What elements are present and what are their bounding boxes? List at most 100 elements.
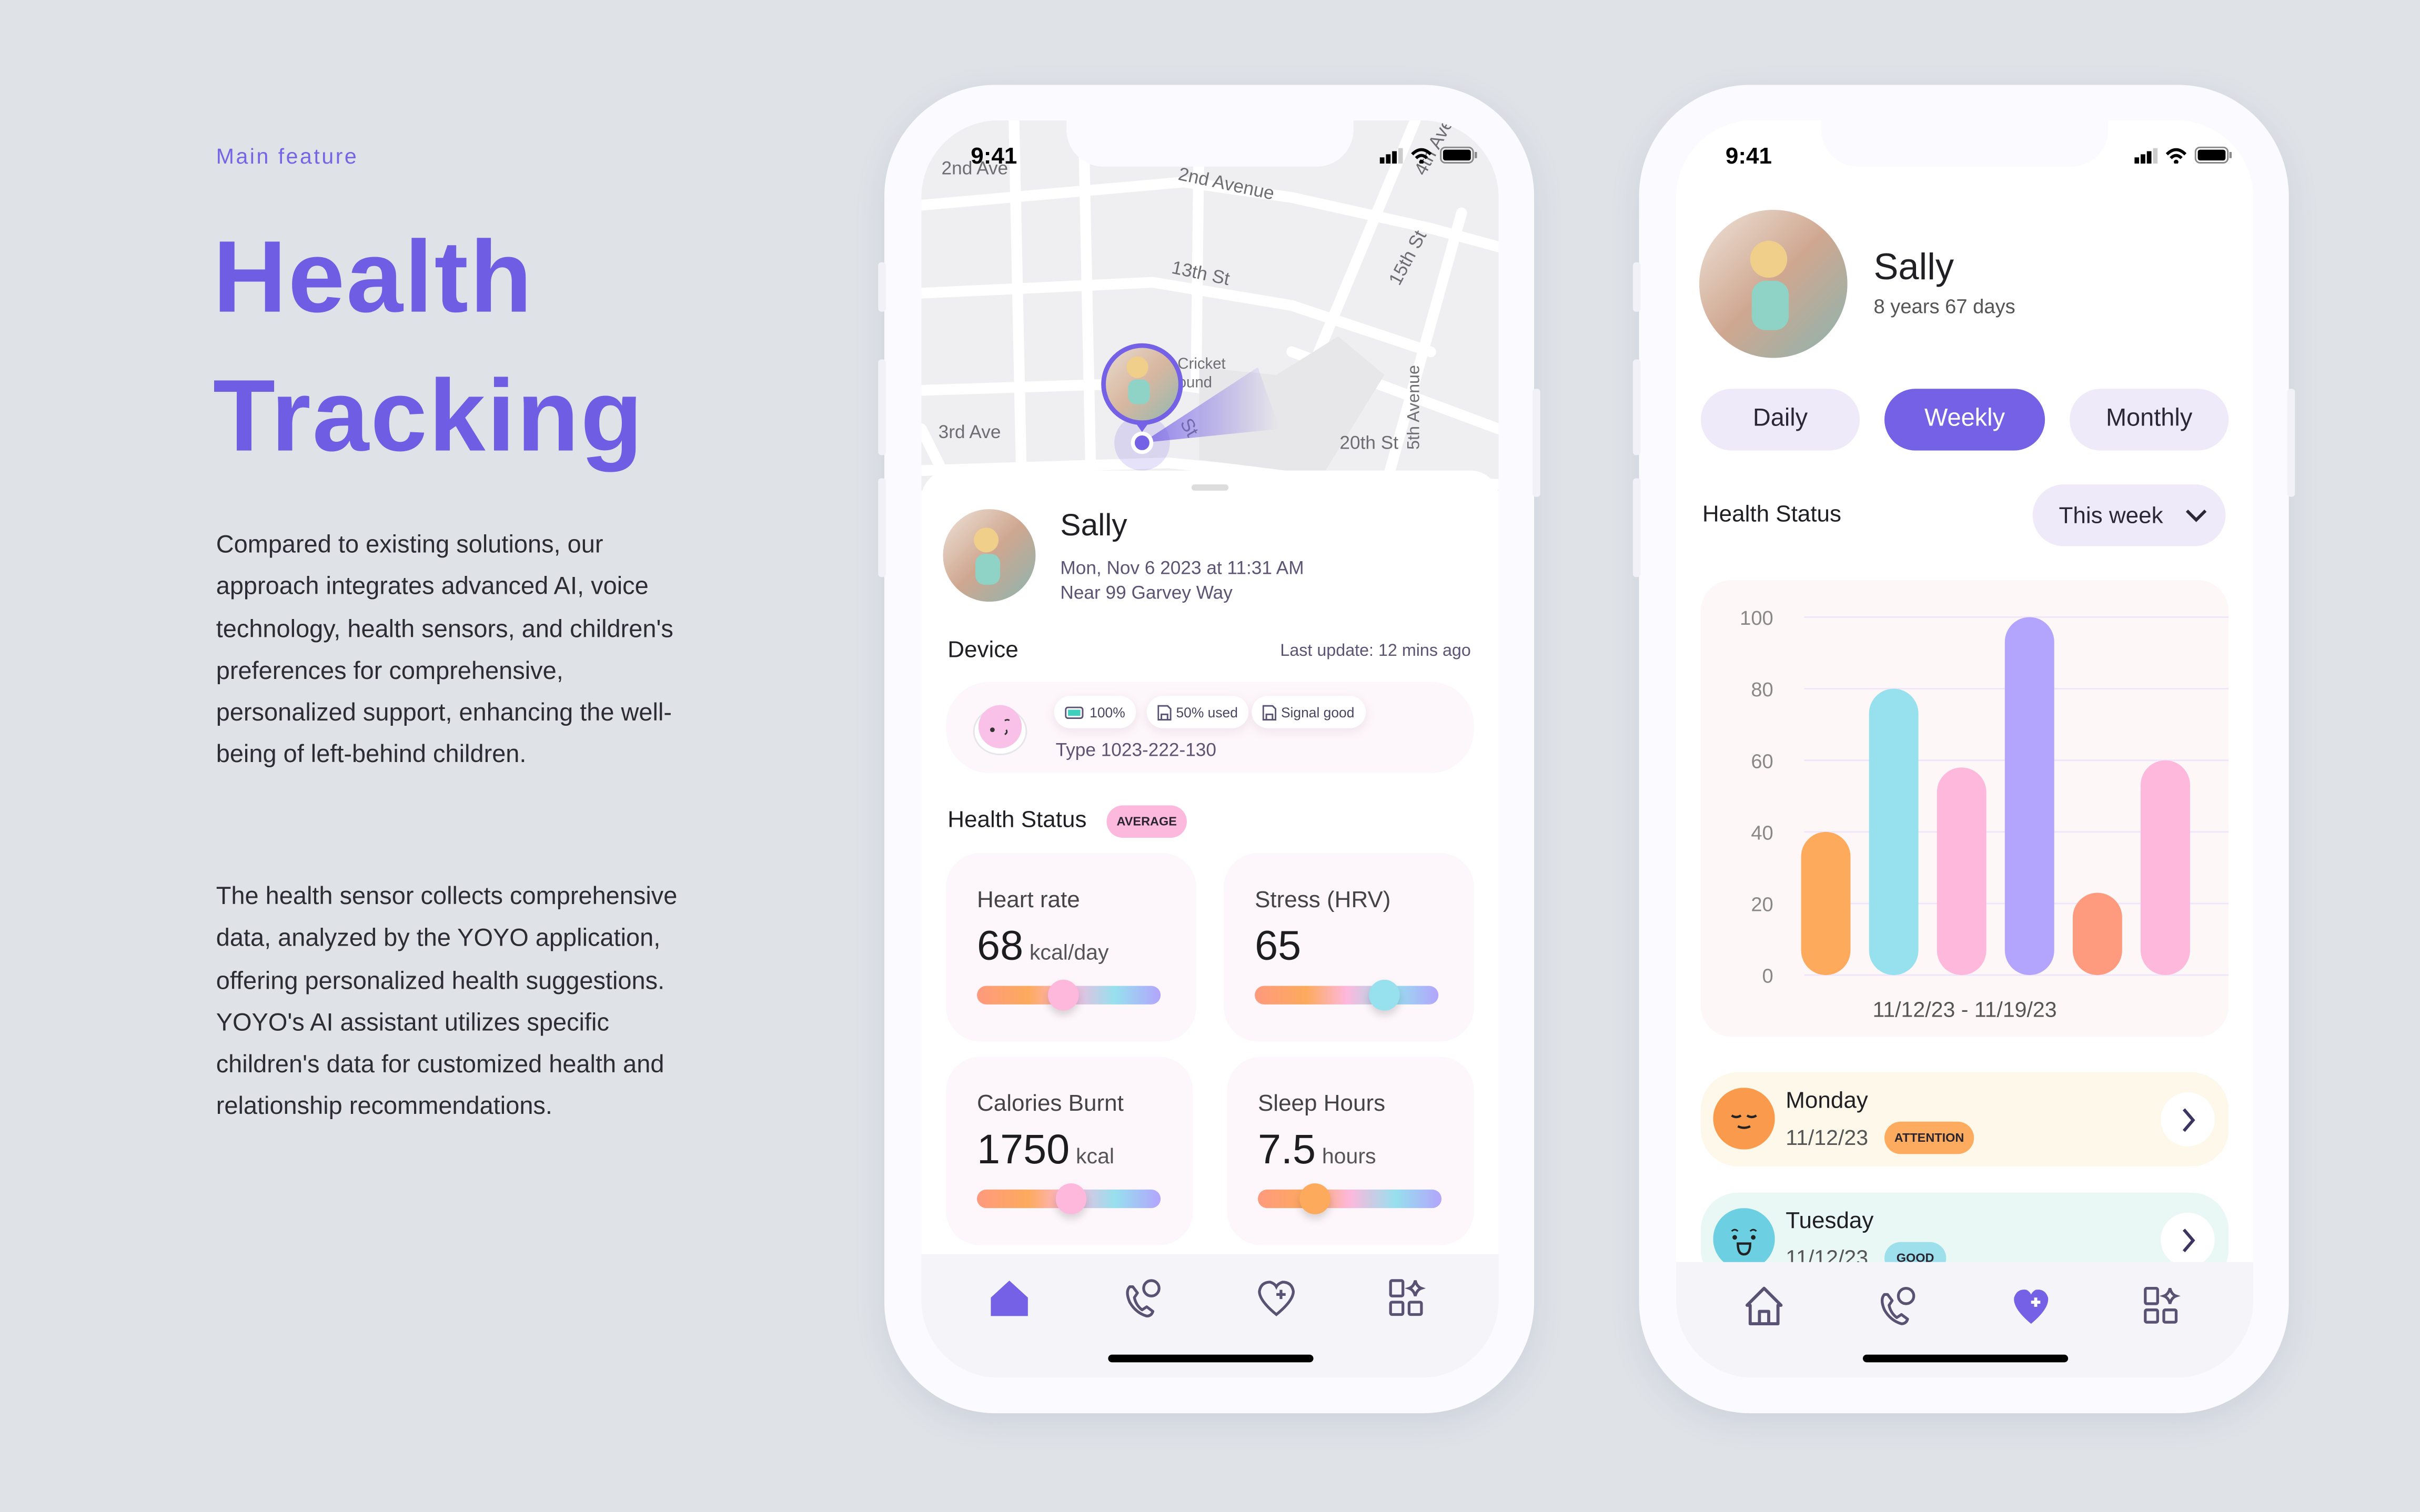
metric-card[interactable]: Stress (HRV) 65 — [1224, 853, 1474, 1042]
bar[interactable] — [1801, 831, 1851, 976]
metric-slider[interactable] — [1255, 979, 1439, 1011]
bar[interactable] — [1937, 767, 1987, 976]
status-icons — [2134, 146, 2232, 164]
range-select-value: This week — [2059, 502, 2163, 529]
tab-daily[interactable]: Daily — [1700, 389, 1860, 451]
metric-slider[interactable] — [977, 1183, 1161, 1214]
signal-status: Signal good — [1280, 704, 1355, 720]
tab-monthly[interactable]: Monthly — [2070, 389, 2229, 451]
storage-chip: 50% used — [1146, 696, 1249, 728]
signal-chip: Signal good — [1252, 696, 1365, 728]
y-tick-label: 20 — [1751, 894, 1773, 916]
side-button — [1632, 262, 1641, 312]
bar[interactable] — [2141, 760, 2190, 976]
metric-unit: hours — [1322, 1143, 1376, 1168]
metric-value: 1750 kcal — [977, 1127, 1114, 1174]
bottom-nav — [1676, 1262, 2254, 1378]
day-name: Tuesday — [1786, 1208, 1874, 1234]
battery-icon — [1065, 706, 1084, 718]
screen: 9:41 Sally 8 years 67 days Daily Weekly … — [1676, 120, 2254, 1378]
notch — [1066, 120, 1354, 167]
metric-slider[interactable] — [977, 979, 1161, 1011]
apps-icon[interactable] — [2141, 1284, 2184, 1327]
call-chat-icon[interactable] — [1875, 1284, 1918, 1327]
day-name: Monday — [1786, 1088, 1868, 1114]
save-icon — [1262, 704, 1277, 720]
y-tick-label: 40 — [1751, 822, 1773, 845]
day-date: 11/12/23 — [1786, 1124, 1869, 1150]
chevron-down-icon — [2185, 509, 2206, 522]
location-address: Near 99 Garvey Way — [1060, 581, 1233, 604]
side-button — [878, 262, 886, 312]
avatar — [943, 509, 1036, 602]
child-name: Sally — [1873, 247, 1954, 289]
phone-health: 9:41 Sally 8 years 67 days Daily Weekly … — [1632, 85, 2295, 1414]
canvas: Main feature Health Tracking Compared to… — [0, 0, 2420, 1512]
location-pin[interactable] — [921, 120, 1498, 491]
metric-title: Sleep Hours — [1257, 1091, 1386, 1117]
device-type: Type 1023-222-130 — [1055, 739, 1217, 761]
metric-number: 1750 — [977, 1126, 1070, 1173]
status-icons — [1379, 146, 1477, 164]
metric-card[interactable]: Calories Burnt 1750 kcal — [946, 1057, 1193, 1245]
slider-thumb[interactable] — [1299, 1183, 1330, 1214]
device-card[interactable]: 100% 50% used Signal good Type 1023-222-… — [946, 682, 1474, 773]
bar[interactable] — [2004, 617, 2054, 976]
metric-unit: kcal — [1075, 1143, 1115, 1168]
bar[interactable] — [2072, 892, 2122, 976]
bar[interactable] — [1869, 688, 1919, 976]
health-status-badge: AVERAGE — [1106, 805, 1187, 838]
apps-icon[interactable] — [1386, 1276, 1429, 1319]
tab-weekly[interactable]: Weekly — [1884, 389, 2045, 451]
metric-card[interactable]: Sleep Hours 7.5 hours — [1227, 1057, 1474, 1245]
mood-face-icon — [1713, 1208, 1775, 1270]
wifi-icon — [2165, 147, 2187, 163]
location-datetime: Mon, Nov 6 2023 at 11:31 AM — [1060, 557, 1304, 579]
map[interactable]: 2nd Ave 2nd Avenue 13th St 15th St 4th A… — [921, 120, 1499, 491]
home-icon[interactable] — [988, 1276, 1031, 1319]
metric-number: 7.5 — [1257, 1126, 1316, 1173]
metric-title: Stress (HRV) — [1255, 887, 1391, 914]
intro-paragraph-2: The health sensor collects comprehensive… — [216, 884, 678, 1121]
call-chat-icon[interactable] — [1121, 1276, 1164, 1319]
side-button — [1632, 359, 1641, 455]
child-name: Sally — [1060, 509, 1127, 543]
side-button — [2287, 389, 2295, 497]
weekly-chart: 0 20 40 60 80 100 11/12/23 - 11/19/23 — [1700, 580, 2229, 1037]
y-tick-label: 0 — [1762, 965, 1773, 988]
heart-plus-icon[interactable] — [1255, 1276, 1298, 1319]
slider-thumb[interactable] — [1369, 979, 1401, 1011]
metric-title: Calories Burnt — [977, 1091, 1124, 1117]
chevron-right-icon — [2182, 1227, 2195, 1252]
y-tick-label: 60 — [1751, 750, 1773, 773]
metric-slider[interactable] — [1257, 1183, 1442, 1214]
slider-thumb[interactable] — [1055, 1183, 1086, 1214]
home-icon[interactable] — [1742, 1284, 1786, 1327]
y-tick-label: 80 — [1751, 678, 1773, 701]
metric-number: 68 — [977, 922, 1024, 969]
notch — [1821, 120, 2109, 167]
home-indicator — [1862, 1354, 2069, 1363]
kicker: Main feature — [216, 143, 359, 168]
metric-value: 7.5 hours — [1258, 1127, 1376, 1174]
wifi-icon — [1411, 147, 1432, 163]
heart-plus-icon[interactable] — [2010, 1284, 2053, 1327]
open-day-button[interactable] — [2161, 1212, 2215, 1267]
status-time: 9:41 — [971, 143, 1017, 170]
screen: 2nd Ave 2nd Avenue 13th St 15th St 4th A… — [921, 120, 1499, 1378]
metric-title: Heart rate — [977, 887, 1080, 914]
health-status-title: Health Status — [1702, 501, 1842, 528]
day-card[interactable]: Monday 11/12/23 ATTENTION — [1700, 1072, 2229, 1166]
slider-thumb[interactable] — [1047, 979, 1079, 1011]
metric-card[interactable]: Heart rate 68 kcal/day — [946, 853, 1196, 1042]
range-select[interactable]: This week — [2032, 484, 2226, 546]
bar-chart: 0 20 40 60 80 100 — [1740, 607, 2229, 988]
signal-icon — [2134, 147, 2158, 163]
avatar — [1699, 209, 1848, 358]
title-line-2: Tracking — [213, 358, 644, 472]
open-day-button[interactable] — [2161, 1092, 2215, 1146]
drag-handle[interactable] — [1191, 484, 1229, 491]
battery-chip: 100% — [1054, 696, 1136, 728]
signal-icon — [1379, 147, 1403, 163]
bottom-sheet: Sally Mon, Nov 6 2023 at 11:31 AM Near 9… — [921, 470, 1499, 1378]
